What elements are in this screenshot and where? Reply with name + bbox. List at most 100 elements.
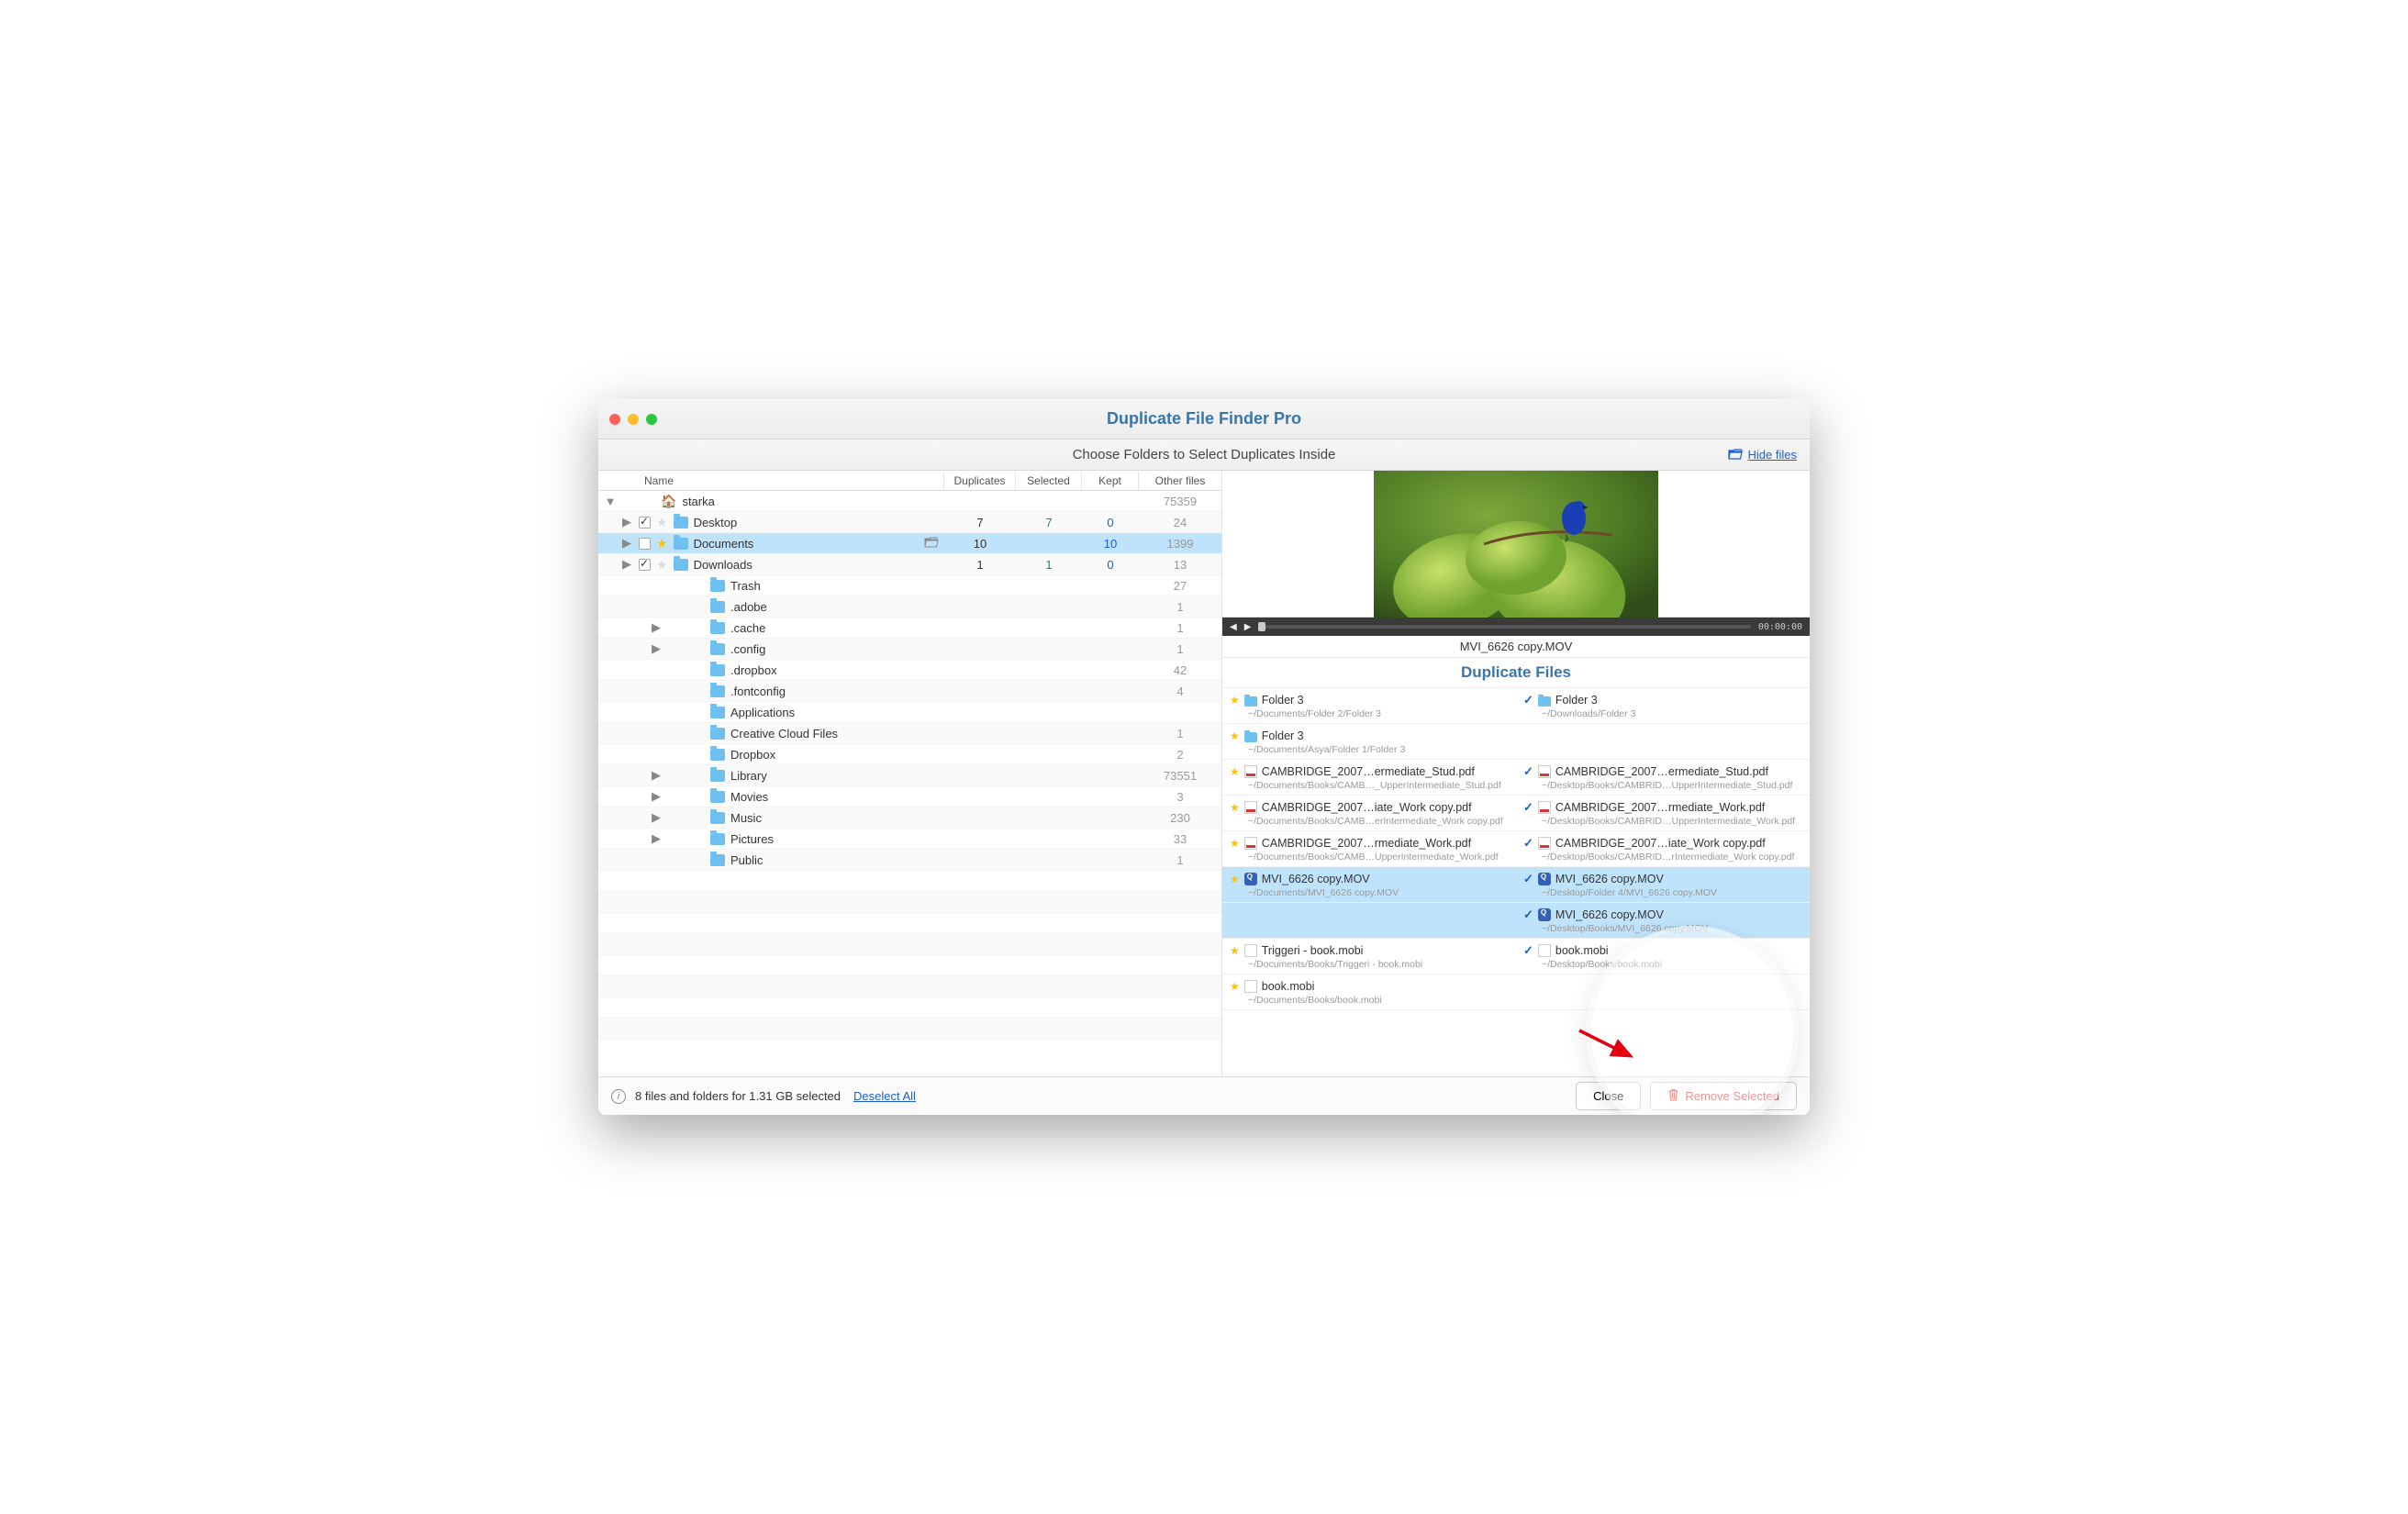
play-button[interactable]: ▶ (1244, 622, 1252, 632)
col-kept[interactable]: Kept (1082, 472, 1139, 490)
duplicate-entry[interactable]: ★Folder 3~/Documents/Folder 2/Folder 3 (1222, 688, 1516, 723)
tree-row[interactable]: .adobe1 (598, 596, 1221, 618)
disclosure-icon[interactable]: ▶ (620, 536, 633, 551)
check-icon[interactable]: ✓ (1523, 872, 1533, 886)
info-icon[interactable]: i (611, 1089, 626, 1104)
disclosure-icon[interactable]: ▶ (650, 768, 663, 783)
tree-row[interactable]: ▶Music230 (598, 807, 1221, 829)
disclosure-icon[interactable]: ▶ (650, 831, 663, 846)
star-icon[interactable]: ★ (1230, 837, 1240, 850)
duplicate-pair[interactable]: ★CAMBRIDGE_2007…rmediate_Work.pdf~/Docum… (1222, 831, 1810, 867)
tree-row[interactable]: Applications (598, 702, 1221, 723)
close-button[interactable]: Close (1576, 1082, 1641, 1110)
tree-row[interactable]: .fontconfig4 (598, 681, 1221, 702)
tree-row[interactable]: ▼🏠starka75359 (598, 491, 1221, 512)
duplicate-entry[interactable]: ✓CAMBRIDGE_2007…iate_Work copy.pdf~/Desk… (1516, 831, 1810, 866)
tree-row[interactable]: ▶★Downloads11013 (598, 554, 1221, 575)
col-duplicates[interactable]: Duplicates (944, 472, 1016, 490)
tree-row[interactable] (598, 913, 1221, 934)
star-icon[interactable]: ★ (1230, 944, 1240, 957)
disclosure-icon[interactable]: ▶ (650, 810, 663, 825)
duplicate-entry[interactable]: ✓Folder 3~/Downloads/Folder 3 (1516, 688, 1810, 723)
check-icon[interactable]: ✓ (1523, 836, 1533, 851)
duplicate-entry[interactable]: ★book.mobi~/Documents/Books/book.mobi (1222, 974, 1516, 1009)
check-icon[interactable]: ✓ (1523, 800, 1533, 815)
disclosure-icon[interactable]: ▶ (650, 620, 663, 635)
tree-row[interactable]: Trash27 (598, 575, 1221, 596)
disclosure-icon[interactable]: ▶ (650, 789, 663, 804)
tree-row[interactable] (598, 892, 1221, 913)
col-selected[interactable]: Selected (1016, 472, 1082, 490)
deselect-all-link[interactable]: Deselect All (853, 1089, 916, 1103)
duplicate-files-list[interactable]: ★Folder 3~/Documents/Folder 2/Folder 3✓F… (1222, 688, 1810, 1076)
tree-row[interactable] (598, 976, 1221, 997)
tree-row[interactable] (598, 1019, 1221, 1040)
remove-selected-button[interactable]: Remove Selected (1650, 1082, 1797, 1110)
star-icon[interactable]: ★ (1230, 729, 1240, 742)
duplicate-path: ~/Documents/Books/CAMB…erIntermediate_Wo… (1230, 816, 1509, 827)
tree-row[interactable]: ▶★Documents10101399 (598, 533, 1221, 554)
tree-row[interactable]: Dropbox2 (598, 744, 1221, 765)
open-folder-icon[interactable] (924, 536, 939, 551)
disclosure-icon[interactable]: ▶ (620, 557, 633, 572)
tree-row[interactable] (598, 955, 1221, 976)
check-icon[interactable]: ✓ (1523, 907, 1533, 922)
check-icon[interactable]: ✓ (1523, 764, 1533, 779)
hide-files-link[interactable]: Hide files (1728, 448, 1797, 462)
disclosure-icon[interactable]: ▶ (650, 641, 663, 656)
duplicate-entry[interactable]: ✓MVI_6626 copy.MOV~/Desktop/Folder 4/MVI… (1516, 867, 1810, 902)
star-icon[interactable]: ★ (1230, 765, 1240, 778)
checkbox[interactable] (639, 559, 651, 571)
col-name[interactable]: Name (598, 472, 944, 490)
disclosure-icon[interactable]: ▼ (604, 495, 617, 508)
duplicate-pair[interactable]: ★CAMBRIDGE_2007…ermediate_Stud.pdf~/Docu… (1222, 760, 1810, 796)
duplicate-pair[interactable]: ★CAMBRIDGE_2007…iate_Work copy.pdf~/Docu… (1222, 796, 1810, 831)
tree-item-label: Downloads (694, 558, 752, 572)
star-icon[interactable]: ★ (1230, 801, 1240, 814)
star-icon[interactable]: ★ (656, 515, 668, 530)
tree-row[interactable] (598, 871, 1221, 892)
checkbox[interactable] (639, 517, 651, 529)
tree-row[interactable]: ▶Movies3 (598, 786, 1221, 807)
tree-row[interactable]: ▶Pictures33 (598, 829, 1221, 850)
check-icon[interactable]: ✓ (1523, 693, 1533, 707)
star-icon[interactable]: ★ (1230, 694, 1240, 707)
tree-row[interactable]: ▶★Desktop77024 (598, 512, 1221, 533)
duplicate-entry[interactable]: ✓book.mobi~/Desktop/Books/book.mobi (1516, 939, 1810, 974)
star-icon[interactable]: ★ (1230, 980, 1240, 993)
tree-row[interactable]: ▶.cache1 (598, 618, 1221, 639)
check-icon[interactable]: ✓ (1523, 943, 1533, 958)
duplicate-entry[interactable]: ★CAMBRIDGE_2007…ermediate_Stud.pdf~/Docu… (1222, 760, 1516, 795)
tree-row[interactable]: ▶Library73551 (598, 765, 1221, 786)
tree-row[interactable] (598, 934, 1221, 955)
duplicate-entry[interactable]: ✓CAMBRIDGE_2007…rmediate_Work.pdf~/Deskt… (1516, 796, 1810, 830)
duplicate-entry[interactable]: ★CAMBRIDGE_2007…rmediate_Work.pdf~/Docum… (1222, 831, 1516, 866)
duplicate-entry[interactable]: ★MVI_6626 copy.MOV~/Documents/MVI_6626 c… (1222, 867, 1516, 902)
checkbox[interactable] (639, 538, 651, 550)
col-other[interactable]: Other files (1139, 472, 1221, 490)
star-icon[interactable]: ★ (656, 557, 668, 573)
prev-button[interactable]: ◀ (1230, 622, 1237, 632)
duplicate-pair[interactable]: ★MVI_6626 copy.MOV~/Documents/MVI_6626 c… (1222, 867, 1810, 903)
duplicate-pair[interactable]: ★Triggeri - book.mobi~/Documents/Books/T… (1222, 939, 1810, 974)
duplicate-entry[interactable]: ✓MVI_6626 copy.MOV~/Desktop/Books/MVI_66… (1516, 903, 1810, 938)
star-icon[interactable]: ★ (1230, 873, 1240, 885)
scrubber[interactable] (1258, 625, 1750, 629)
duplicate-pair[interactable]: ✓MVI_6626 copy.MOV~/Desktop/Books/MVI_66… (1222, 903, 1810, 939)
tree-row[interactable]: Public1 (598, 850, 1221, 871)
folder-tree[interactable]: ▼🏠starka75359▶★Desktop77024▶★Documents10… (598, 491, 1221, 1076)
tree-row[interactable] (598, 997, 1221, 1019)
star-icon[interactable]: ★ (656, 536, 668, 551)
tree-row[interactable]: .dropbox42 (598, 660, 1221, 681)
duplicate-entry[interactable]: ★CAMBRIDGE_2007…iate_Work copy.pdf~/Docu… (1222, 796, 1516, 830)
disclosure-icon[interactable]: ▶ (620, 515, 633, 529)
preview-filename: MVI_6626 copy.MOV (1222, 636, 1810, 658)
duplicate-pair[interactable]: ★Folder 3~/Documents/Asya/Folder 1/Folde… (1222, 724, 1810, 760)
duplicate-entry[interactable]: ★Folder 3~/Documents/Asya/Folder 1/Folde… (1222, 724, 1516, 759)
duplicate-pair[interactable]: ★book.mobi~/Documents/Books/book.mobi (1222, 974, 1810, 1010)
tree-row[interactable]: Creative Cloud Files1 (598, 723, 1221, 744)
duplicate-entry[interactable]: ✓CAMBRIDGE_2007…ermediate_Stud.pdf~/Desk… (1516, 760, 1810, 795)
duplicate-entry[interactable]: ★Triggeri - book.mobi~/Documents/Books/T… (1222, 939, 1516, 974)
duplicate-pair[interactable]: ★Folder 3~/Documents/Folder 2/Folder 3✓F… (1222, 688, 1810, 724)
tree-row[interactable]: ▶.config1 (598, 639, 1221, 660)
